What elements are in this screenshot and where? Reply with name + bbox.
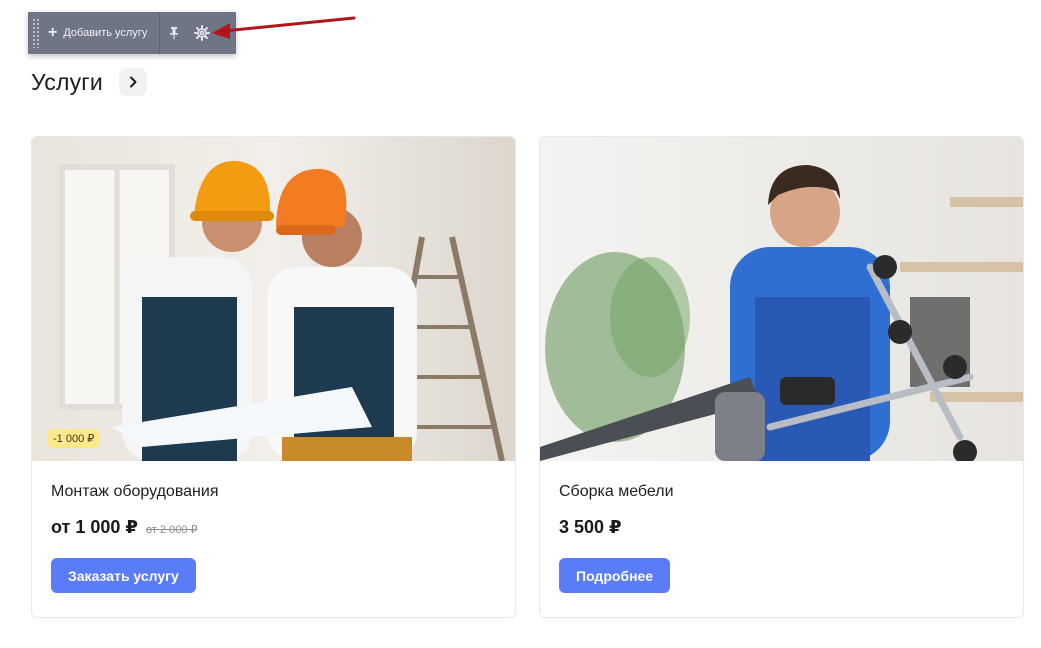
plus-icon: + bbox=[48, 24, 58, 41]
pin-icon bbox=[170, 27, 179, 40]
price-old: от 2 000 ₽ bbox=[145, 524, 198, 536]
add-service-label: Добавить услугу bbox=[63, 27, 148, 39]
card-title[interactable]: Сборка мебели bbox=[559, 483, 674, 501]
price-row: 3 500 ₽ bbox=[559, 517, 622, 538]
pin-button[interactable] bbox=[160, 12, 188, 54]
price-current: от 1 000 ₽ bbox=[51, 517, 138, 537]
card-title[interactable]: Монтаж оборудования bbox=[51, 483, 218, 501]
add-service-button[interactable]: + Добавить услугу bbox=[48, 12, 159, 54]
section-header: Услуги bbox=[31, 68, 147, 96]
price-row: от 1 000 ₽ от 2 000 ₽ bbox=[51, 517, 198, 538]
annotation-arrow bbox=[212, 16, 356, 39]
section-title: Услуги bbox=[31, 68, 103, 95]
service-card[interactable]: -1 000 ₽ Монтаж оборудования от 1 000 ₽ … bbox=[31, 136, 516, 618]
service-image[interactable]: -1 000 ₽ bbox=[32, 137, 515, 461]
section-link-button[interactable] bbox=[118, 68, 147, 96]
service-card[interactable]: Сборка мебели 3 500 ₽ Подробнее bbox=[539, 136, 1024, 618]
drag-handle[interactable] bbox=[32, 18, 40, 48]
service-image[interactable] bbox=[540, 137, 1023, 461]
price-current: 3 500 ₽ bbox=[559, 517, 622, 537]
details-button[interactable]: Подробнее bbox=[559, 558, 671, 593]
discount-badge: -1 000 ₽ bbox=[47, 429, 101, 448]
order-service-button[interactable]: Заказать услугу bbox=[51, 558, 196, 593]
chevron-right-icon bbox=[129, 76, 137, 88]
page: + Добавить услугу Услуги -1 000 ₽ Монтаж… bbox=[0, 0, 1041, 648]
